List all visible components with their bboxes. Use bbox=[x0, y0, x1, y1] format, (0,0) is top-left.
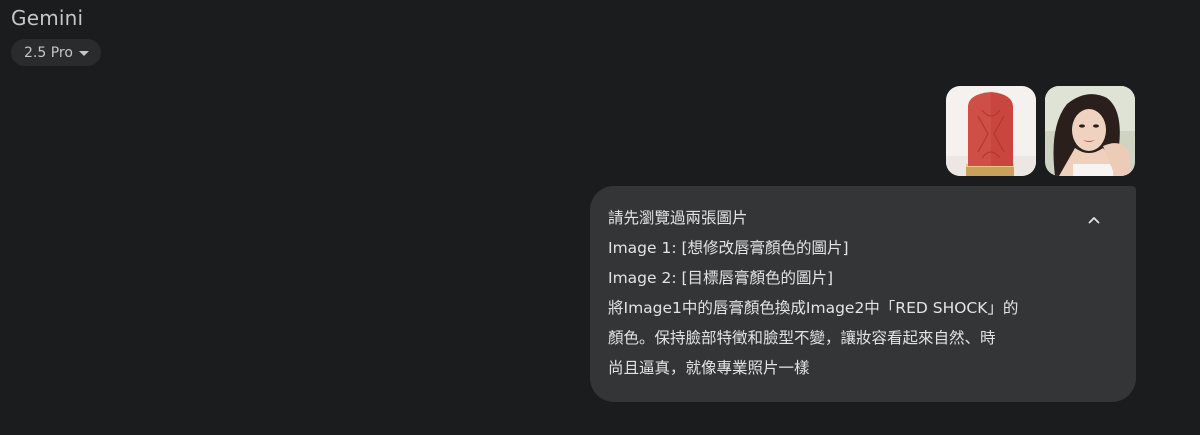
model-label: 2.5 Pro bbox=[24, 44, 73, 61]
chevron-up-icon bbox=[1088, 217, 1100, 224]
model-selector-button[interactable]: 2.5 Pro bbox=[11, 39, 101, 66]
caret-down-icon bbox=[78, 51, 89, 56]
message-line: Image 2: [目標唇膏顏色的圖片] bbox=[608, 269, 834, 287]
gemini-chat-page: Gemini 2.5 Pro 請先瀏覽過兩張圖片 Image 1: [想修改唇膏… bbox=[0, 0, 1200, 435]
portrait-image bbox=[1045, 86, 1135, 176]
user-message-bubble: 請先瀏覽過兩張圖片 Image 1: [想修改唇膏顏色的圖片] Image 2:… bbox=[590, 186, 1136, 402]
lipstick-image bbox=[946, 86, 1036, 176]
attachment-portrait-image[interactable] bbox=[1045, 86, 1135, 176]
collapse-message-button[interactable] bbox=[1082, 208, 1106, 232]
message-line: 將Image1中的唇膏顏色換成Image2中「RED SHOCK」的 bbox=[608, 299, 1019, 317]
message-line: Image 1: [想修改唇膏顏色的圖片] bbox=[608, 239, 849, 257]
message-line: 顏色。保持臉部特徵和臉型不變，讓妝容看起來自然、時 bbox=[608, 329, 996, 347]
message-line: 請先瀏覽過兩張圖片 bbox=[608, 209, 748, 227]
attachment-lipstick-image[interactable] bbox=[946, 86, 1036, 176]
app-title: Gemini bbox=[11, 6, 84, 30]
message-line: 尚且逼真，就像專業照片一樣 bbox=[608, 359, 810, 377]
